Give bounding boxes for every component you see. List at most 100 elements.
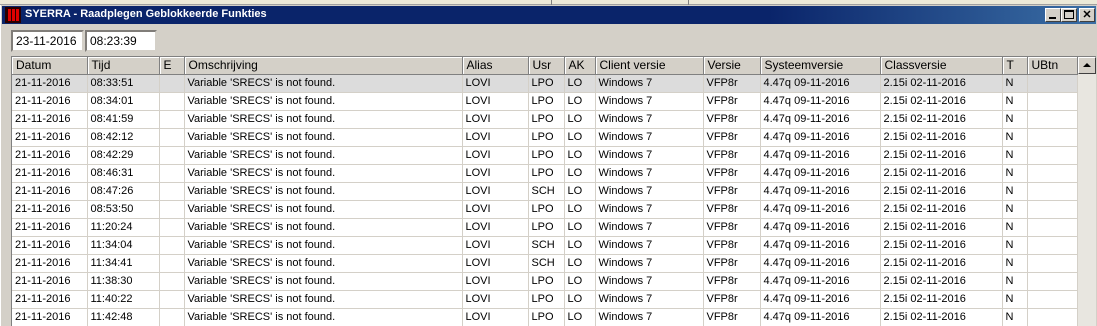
- close-button[interactable]: ✕: [1079, 8, 1095, 22]
- cell-classversie[interactable]: 2.15i 02-11-2016: [880, 200, 1003, 219]
- cell-omschrijving[interactable]: Variable 'SRECS' is not found.: [184, 110, 463, 129]
- cell-versie[interactable]: VFP8r: [703, 74, 761, 93]
- table-row[interactable]: 21-11-2016 08:53:50 Variable 'SRECS' is no…: [12, 200, 1078, 219]
- cell-alias[interactable]: LOVI: [462, 254, 529, 273]
- cell-e[interactable]: [159, 236, 185, 255]
- cell-ubtn[interactable]: [1027, 182, 1078, 201]
- cell-client-versie[interactable]: Windows 7: [595, 272, 704, 291]
- cell-omschrijving[interactable]: Variable 'SRECS' is not found.: [184, 236, 463, 255]
- cell-versie[interactable]: VFP8r: [703, 254, 761, 273]
- col-client-versie[interactable]: Client versie: [595, 57, 704, 75]
- cell-t[interactable]: N: [1002, 128, 1028, 147]
- cell-omschrijving[interactable]: Variable 'SRECS' is not found.: [184, 164, 463, 183]
- cell-t[interactable]: N: [1002, 200, 1028, 219]
- cell-tijd[interactable]: 08:33:51: [87, 74, 160, 93]
- cell-datum[interactable]: 21-11-2016: [12, 182, 88, 201]
- cell-ubtn[interactable]: [1027, 200, 1078, 219]
- cell-omschrijving[interactable]: Variable 'SRECS' is not found.: [184, 308, 463, 326]
- cell-systeemversie[interactable]: 4.47q 09-11-2016: [760, 146, 881, 165]
- cell-client-versie[interactable]: Windows 7: [595, 110, 704, 129]
- cell-omschrijving[interactable]: Variable 'SRECS' is not found.: [184, 146, 463, 165]
- table-row[interactable]: 21-11-2016 08:33:51 Variable 'SRECS' is no…: [12, 74, 1078, 93]
- cell-e[interactable]: [159, 92, 185, 111]
- col-systeemversie[interactable]: Systeemversie: [760, 57, 881, 75]
- cell-omschrijving[interactable]: Variable 'SRECS' is not found.: [184, 128, 463, 147]
- col-alias[interactable]: Alias: [462, 57, 529, 75]
- cell-datum[interactable]: 21-11-2016: [12, 128, 88, 147]
- cell-omschrijving[interactable]: Variable 'SRECS' is not found.: [184, 92, 463, 111]
- cell-e[interactable]: [159, 164, 185, 183]
- syerra-app-icon[interactable]: [5, 7, 21, 23]
- cell-usr[interactable]: LPO: [528, 74, 565, 93]
- scroll-up-button[interactable]: [1078, 57, 1096, 74]
- cell-versie[interactable]: VFP8r: [703, 110, 761, 129]
- cell-versie[interactable]: VFP8r: [703, 146, 761, 165]
- minimize-button[interactable]: [1045, 8, 1061, 22]
- table-row[interactable]: 21-11-2016 11:40:22 Variable 'SRECS' is no…: [12, 290, 1078, 309]
- cell-classversie[interactable]: 2.15i 02-11-2016: [880, 236, 1003, 255]
- cell-ak[interactable]: LO: [564, 236, 596, 255]
- cell-ak[interactable]: LO: [564, 92, 596, 111]
- cell-datum[interactable]: 21-11-2016: [12, 164, 88, 183]
- cell-classversie[interactable]: 2.15i 02-11-2016: [880, 308, 1003, 326]
- col-ak[interactable]: AK: [564, 57, 596, 75]
- cell-t[interactable]: N: [1002, 218, 1028, 237]
- cell-datum[interactable]: 21-11-2016: [12, 236, 88, 255]
- cell-ak[interactable]: LO: [564, 128, 596, 147]
- cell-systeemversie[interactable]: 4.47q 09-11-2016: [760, 92, 881, 111]
- cell-tijd[interactable]: 11:20:24: [87, 218, 160, 237]
- cell-e[interactable]: [159, 290, 185, 309]
- cell-datum[interactable]: 21-11-2016: [12, 218, 88, 237]
- cell-t[interactable]: N: [1002, 74, 1028, 93]
- cell-ak[interactable]: LO: [564, 200, 596, 219]
- cell-client-versie[interactable]: Windows 7: [595, 128, 704, 147]
- cell-systeemversie[interactable]: 4.47q 09-11-2016: [760, 308, 881, 326]
- cell-usr[interactable]: LPO: [528, 164, 565, 183]
- cell-alias[interactable]: LOVI: [462, 308, 529, 326]
- cell-omschrijving[interactable]: Variable 'SRECS' is not found.: [184, 200, 463, 219]
- cell-tijd[interactable]: 08:42:12: [87, 128, 160, 147]
- cell-ubtn[interactable]: [1027, 92, 1078, 111]
- cell-classversie[interactable]: 2.15i 02-11-2016: [880, 164, 1003, 183]
- cell-client-versie[interactable]: Windows 7: [595, 200, 704, 219]
- col-tijd[interactable]: Tijd: [87, 57, 160, 75]
- cell-tijd[interactable]: 11:34:04: [87, 236, 160, 255]
- cell-ak[interactable]: LO: [564, 272, 596, 291]
- cell-classversie[interactable]: 2.15i 02-11-2016: [880, 110, 1003, 129]
- cell-ubtn[interactable]: [1027, 128, 1078, 147]
- cell-alias[interactable]: LOVI: [462, 92, 529, 111]
- cell-e[interactable]: [159, 218, 185, 237]
- cell-e[interactable]: [159, 110, 185, 129]
- cell-systeemversie[interactable]: 4.47q 09-11-2016: [760, 74, 881, 93]
- cell-t[interactable]: N: [1002, 182, 1028, 201]
- cell-omschrijving[interactable]: Variable 'SRECS' is not found.: [184, 74, 463, 93]
- cell-e[interactable]: [159, 272, 185, 291]
- cell-datum[interactable]: 21-11-2016: [12, 308, 88, 326]
- cell-systeemversie[interactable]: 4.47q 09-11-2016: [760, 218, 881, 237]
- cell-t[interactable]: N: [1002, 92, 1028, 111]
- cell-ubtn[interactable]: [1027, 290, 1078, 309]
- cell-t[interactable]: N: [1002, 308, 1028, 326]
- cell-usr[interactable]: SCH: [528, 254, 565, 273]
- cell-ak[interactable]: LO: [564, 290, 596, 309]
- cell-omschrijving[interactable]: Variable 'SRECS' is not found.: [184, 182, 463, 201]
- cell-tijd[interactable]: 11:40:22: [87, 290, 160, 309]
- cell-ak[interactable]: LO: [564, 74, 596, 93]
- cell-tijd[interactable]: 11:34:41: [87, 254, 160, 273]
- cell-e[interactable]: [159, 146, 185, 165]
- cell-ak[interactable]: LO: [564, 308, 596, 326]
- cell-versie[interactable]: VFP8r: [703, 128, 761, 147]
- cell-versie[interactable]: VFP8r: [703, 200, 761, 219]
- cell-versie[interactable]: VFP8r: [703, 164, 761, 183]
- cell-usr[interactable]: LPO: [528, 200, 565, 219]
- table-row[interactable]: 21-11-2016 08:41:59 Variable 'SRECS' is no…: [12, 110, 1078, 129]
- cell-datum[interactable]: 21-11-2016: [12, 200, 88, 219]
- cell-usr[interactable]: SCH: [528, 182, 565, 201]
- cell-ubtn[interactable]: [1027, 110, 1078, 129]
- table-row[interactable]: 21-11-2016 08:47:26 Variable 'SRECS' is no…: [12, 182, 1078, 201]
- table-row[interactable]: 21-11-2016 08:46:31 Variable 'SRECS' is no…: [12, 164, 1078, 183]
- cell-classversie[interactable]: 2.15i 02-11-2016: [880, 290, 1003, 309]
- cell-datum[interactable]: 21-11-2016: [12, 146, 88, 165]
- cell-usr[interactable]: LPO: [528, 92, 565, 111]
- cell-tijd[interactable]: 08:46:31: [87, 164, 160, 183]
